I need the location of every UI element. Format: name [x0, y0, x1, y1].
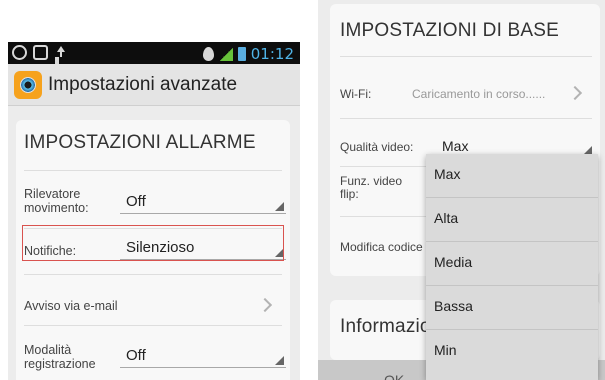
location-icon — [202, 47, 214, 61]
highlight-box — [22, 225, 284, 261]
wifi-label: Wi-Fi: — [340, 87, 372, 101]
card-title: IMPOSTAZIONI DI BASE — [340, 20, 560, 41]
battery-icon — [237, 47, 246, 61]
divider — [24, 170, 282, 171]
signal-3g-icon — [218, 47, 233, 61]
dropdown-option[interactable]: Alta — [426, 198, 598, 242]
status-bar: 01:12 — [8, 42, 300, 64]
whatsapp-icon — [12, 45, 27, 60]
info-title: Informazio — [340, 316, 431, 337]
card-title: IMPOSTAZIONI ALLARME — [24, 132, 256, 153]
page-title: Impostazioni avanzate — [48, 73, 238, 95]
dropdown-option[interactable]: Bassa — [426, 286, 598, 330]
recording-mode-label: Modalità registrazione — [24, 343, 96, 371]
motion-detector-label: Rilevatore movimento: — [24, 187, 89, 215]
edit-code-label[interactable]: Modifica codice — [340, 241, 423, 254]
recording-mode-value: Off — [126, 347, 146, 364]
left-screen: 01:12 Impostazioni avanzate IMPOSTAZIONI… — [8, 42, 300, 380]
video-quality-value: Max — [442, 138, 469, 154]
divider — [24, 274, 282, 275]
divider — [24, 325, 282, 326]
chevron-right-icon[interactable] — [567, 85, 583, 101]
wifi-value: Caricamento in corso...... — [412, 87, 546, 101]
chevron-right-icon[interactable] — [257, 297, 273, 313]
motion-detector-value: Off — [126, 193, 146, 210]
email-alert-label[interactable]: Avviso via e-mail — [24, 299, 118, 313]
action-bar: Impostazioni avanzate — [8, 64, 300, 106]
dropdown-option[interactable]: Min — [426, 330, 598, 374]
video-quality-dropdown: Max Alta Media Bassa Min — [426, 154, 598, 380]
dropdown-arrow-icon — [275, 356, 284, 365]
dropdown-option[interactable]: Max — [426, 154, 598, 198]
video-flip-label: Funz. video flip: — [340, 174, 403, 201]
image-icon — [33, 45, 48, 60]
recording-mode-select[interactable]: Off — [120, 346, 286, 368]
app-camera-icon[interactable] — [14, 70, 42, 99]
ok-button[interactable]: OK — [384, 372, 404, 380]
dropdown-option[interactable]: Media — [426, 242, 598, 286]
status-time: 01:12 — [250, 45, 294, 63]
right-screen: IMPOSTAZIONI DI BASE Wi-Fi: Caricamento … — [318, 0, 605, 380]
upload-icon — [54, 45, 69, 60]
divider — [340, 118, 592, 119]
video-quality-label: Qualità video: — [340, 140, 414, 154]
dropdown-arrow-icon — [275, 202, 284, 211]
divider — [340, 56, 592, 57]
motion-detector-select[interactable]: Off — [120, 192, 286, 214]
